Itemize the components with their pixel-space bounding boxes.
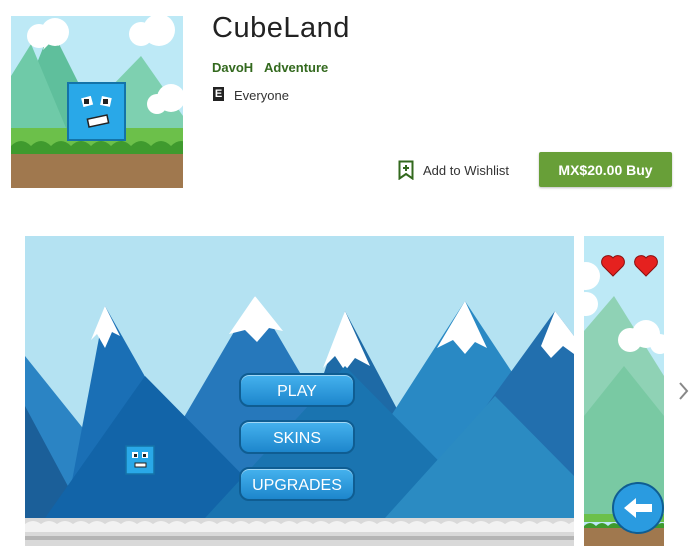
upgrades-button[interactable]: UPGRADES	[239, 467, 355, 501]
developer-link[interactable]: DavoH	[212, 60, 253, 75]
app-title: CubeLand	[212, 12, 350, 44]
play-button[interactable]: PLAY	[239, 373, 355, 407]
screenshot-gameplay[interactable]	[584, 236, 664, 546]
content-rating-label: Everyone	[234, 88, 289, 103]
skins-button[interactable]: SKINS	[239, 420, 355, 454]
wishlist-icon	[398, 160, 414, 180]
heart-icon	[634, 255, 658, 277]
screenshot-game-menu[interactable]: PLAY SKINS UPGRADES	[25, 236, 574, 546]
wishlist-label: Add to Wishlist	[423, 162, 509, 178]
add-to-wishlist-button[interactable]: Add to Wishlist	[398, 158, 509, 182]
chevron-right-icon[interactable]	[676, 378, 692, 404]
buy-button[interactable]: MX$20.00 Buy	[539, 152, 672, 187]
app-icon	[11, 16, 183, 188]
category-link[interactable]: Adventure	[264, 60, 328, 75]
back-arrow-icon[interactable]	[612, 482, 664, 534]
heart-icon	[601, 255, 625, 277]
player-cube	[125, 445, 155, 475]
content-rating-icon: E	[213, 87, 224, 101]
